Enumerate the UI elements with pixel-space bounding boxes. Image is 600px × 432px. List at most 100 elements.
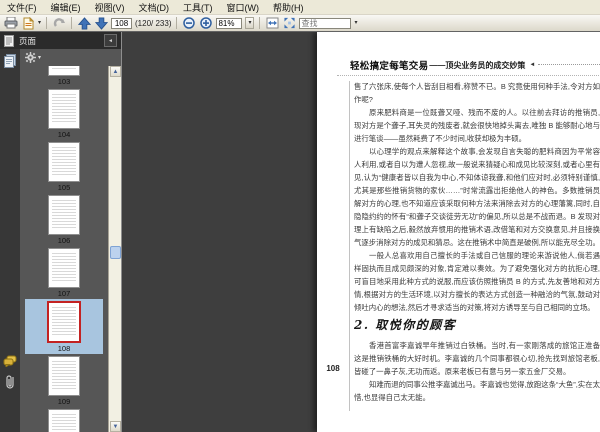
thumbnail-item[interactable]: 107 [48,246,80,299]
fit-page-button[interactable] [282,16,296,30]
menu-item[interactable]: 文档(D) [132,0,177,15]
previous-page-button[interactable] [77,16,91,30]
body-text-line: 惜,也显得自己太无能。 [354,393,430,402]
chapter-header: 轻松搞定每笔交易 ——顶尖业务员的成交妙策 ◄ [350,58,600,72]
thumbnail-item[interactable]: 104 [48,87,80,140]
export-pdf-button[interactable] [21,16,35,30]
search-caret-icon[interactable]: ▾ [354,20,357,26]
body-text-line: 可盲目地采用此种方式的说服,而应该仿照推销员 B 的方式,先友善地和对方套交 [354,277,600,286]
collapse-icon: ◄ [108,37,113,44]
menu-item[interactable]: 窗口(W) [220,0,267,15]
body-text-line: 一般人总喜欢用自己擅长的手法或自己信服的理论来游说他人,倘若遇到同 [369,251,600,260]
navigation-tab-strip [0,49,20,432]
body-text-line: 情,根据对方的生活环境,以对方擅长的表达方式创造一种融洽的气氛,鼓动对方 [354,290,600,299]
margin-rule [349,81,350,411]
next-page-button[interactable] [94,16,108,30]
document-view[interactable]: 轻松搞定每笔交易 ——顶尖业务员的成交妙策 ◄ 108 售了六张床,使每个人皆刮目… [122,32,600,432]
caret-down-icon: ▾ [248,20,252,26]
body-text-line: 人利用,或者自以为遭人忽视,故一般说来猜疑心和成见比较深刻,或者心里有成 [354,160,600,169]
thumbnail-page-image[interactable] [48,409,80,432]
page-up-arrow-icon [77,16,91,30]
page-body: 售了六张床,使每个人皆刮目相看,称赞不已。B 究竟使用何种手法,令对方如此合作呢… [354,80,600,404]
body-text-line: 进行笔谈——虽然耗费了不少时间,收获却极为丰硕。 [354,134,527,143]
separator [46,17,48,29]
sidebar-tab-attachments[interactable] [3,374,17,389]
header-underline [337,75,600,76]
header-arrow-icon: ◄ [529,62,536,68]
thumbnail-page-label: 103 [57,77,71,86]
comments-icon [3,355,17,367]
body-text-line: 原来肥料商是一位既聋又哑、残而不废的人。以往前去拜访的推销员,只要发 [369,108,600,117]
menu-item[interactable]: 视图(V) [88,0,132,15]
separator [176,17,178,29]
paperclip-icon [5,374,14,389]
zoom-in-button[interactable] [199,16,213,30]
thumbnail-page-image[interactable] [47,301,81,343]
thumbnail-item[interactable]: 110 [48,407,80,432]
pdf-reader-window: 文件(F) 编辑(E) 视图(V) 文档(D) 工具(T) 窗口(W) 帮助(H) ▾ [0,0,600,432]
thumbnail-page-image[interactable] [48,66,80,76]
thumbnail-page-label: 104 [57,130,71,139]
options-caret-icon: ▾ [38,54,42,61]
body-text-line: 隐隐约约的怀有“和聋子交谈徒劳无功”的偏见,所以总是不战而退。B 发现对方生 [354,212,600,221]
body-text-line: 这是推销铁桶的大好时机。李嘉诚的几个同事都很心切,抢先找到旅馆老板,不料 [354,354,600,363]
thumbnail-item-selected[interactable]: 108 [25,299,103,354]
sidebar-tab-comments[interactable] [3,353,17,368]
body-text-line: 知难而退的同事公推李嘉诚出马。李嘉诚也觉得,放跑这条“大鱼”,实在太可 [369,380,600,389]
thumbnail-item[interactable]: 103 [48,66,80,87]
separator [259,17,261,29]
body-text-line: 见,认为“健康者皆以自我为中心,不知体谅我聋,和他们应对时,必须特别谨慎, [354,173,600,182]
body-text-line: 倾吐内心的想法,然后才寻求适当的对策,将对方诱导至与自己相同的立场。 [354,303,595,312]
toolbar: ▾ (120/ 233) [0,15,600,32]
page-down-arrow-icon [94,16,108,30]
body-text-line: 现对方是个聋子,耳失灵的残废者,就会很快地掉头离去,唯独 B 能够耐心地与对方 [354,121,600,130]
fit-page-icon [284,17,295,29]
scroll-down-button[interactable]: ▼ [110,421,121,432]
fit-width-button[interactable] [265,16,279,30]
thumbnail-page-image[interactable] [48,142,80,182]
header-dotted-line [538,63,600,65]
search-input[interactable] [299,17,352,29]
page-number-input[interactable] [111,17,133,29]
body-text-line: 售了六张床,使每个人皆刮目相看,称赞不已。B 究竟使用何种手法,令对方如此合 [354,82,600,91]
body-text-line: 理上有缺陷之后,毅然放弃惯用的推销术语,改借笔和对方交换意见,并且接换脾 [354,225,600,234]
options-button[interactable]: ▾ [25,52,41,63]
scrollbar-thumb[interactable] [110,246,121,259]
zoom-level-input[interactable] [216,17,243,29]
print-button[interactable] [4,16,18,30]
menu-item[interactable]: 文件(F) [0,0,44,15]
thumbnail-item[interactable]: 106 [48,193,80,246]
fit-width-icon [266,17,279,29]
collapse-panel-button[interactable]: ◄ [104,34,117,47]
body-text-line: 以心理学的观点来解释这个故事,会发现自言失聪的肥料商因为平常容易受 [369,147,600,156]
thumbnail-page-image[interactable] [48,356,80,396]
sidebar-tab-pages[interactable] [3,53,17,68]
gear-icon [25,52,36,63]
pages-panel-title: 页面 [19,35,37,46]
thumbnail-page-image[interactable] [48,195,80,235]
menu-item[interactable]: 工具(T) [176,0,220,15]
scroll-up-icon: ▲ [112,68,119,75]
scroll-up-button[interactable]: ▲ [110,66,121,77]
previous-view-button-disabled[interactable] [52,16,66,30]
menu-item[interactable]: 帮助(H) [266,0,311,15]
zoom-in-icon [200,17,213,29]
export-caret-icon[interactable]: ▾ [38,20,41,26]
thumbnail-list: 103 104 105 106 107 108 109110 [20,66,108,432]
body-text-line: 解对方的心理,也不知道应该采取何种方法来消除去对方的心理藩篱,同时,自身也 [354,199,600,208]
zoom-caret-button[interactable]: ▾ [245,17,255,29]
separator [71,17,73,29]
thumbnail-page-image[interactable] [48,89,80,129]
thumbnail-page-label: 105 [57,183,71,192]
thumbnail-options-row: ▾ [20,49,121,66]
zoom-out-button[interactable] [182,16,196,30]
thumbnail-page-label: 109 [57,397,71,406]
thumbnail-scrollbar[interactable]: ▲ ▼ [108,66,121,432]
thumbnail-item[interactable]: 109 [48,354,80,407]
body-text-line: 皆碰了一鼻子灰,无功而返。原来老板已有意与另一家五金厂交易。 [354,367,571,376]
menu-item[interactable]: 编辑(E) [44,0,88,15]
thumbnail-item[interactable]: 105 [48,140,80,193]
menu-bar: 文件(F) 编辑(E) 视图(V) 文档(D) 工具(T) 窗口(W) 帮助(H) [0,0,600,15]
page-thumbnails-icon [4,53,16,68]
thumbnail-page-image[interactable] [48,248,80,288]
